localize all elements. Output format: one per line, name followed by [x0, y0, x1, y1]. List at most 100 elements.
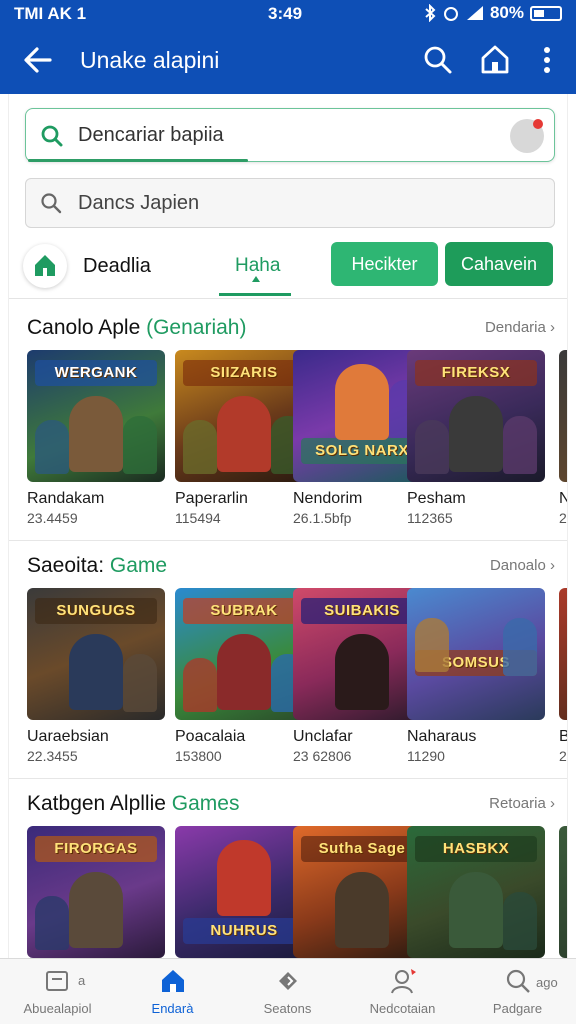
- nav-label: Endarà: [151, 1001, 194, 1016]
- section-divider: [9, 778, 567, 779]
- game-card[interactable]: SUNGUGS Uaraebsian 22.3455: [27, 588, 165, 764]
- nav-item-home[interactable]: Endarà: [115, 959, 230, 1024]
- secondary-search-placeholder: Dancs Japien: [78, 192, 200, 214]
- section-title: Saeoita: Game: [27, 554, 167, 578]
- section-1: Canolo Aple (Genariah) Dendaria › WERGAN…: [9, 316, 567, 538]
- caret-up-icon: [252, 276, 260, 282]
- nav-item-library[interactable]: a Abuealapiol: [0, 959, 115, 1024]
- game-name: Ne: [559, 490, 567, 508]
- game-card[interactable]: FIRORGAS: [27, 826, 165, 958]
- see-more-link[interactable]: Dendaria ›: [485, 319, 555, 336]
- voice-avatar-icon[interactable]: [510, 119, 544, 153]
- game-logo: FIRORGAS: [35, 836, 157, 862]
- game-card[interactable]: Be 2: [559, 588, 567, 764]
- search-icon: [41, 125, 63, 147]
- game-logo: FIREKSX: [415, 360, 537, 386]
- category-tabs: Deadlia Haha Hecikter Cahavein: [9, 240, 567, 296]
- section-title: Canolo Aple (Genariah): [27, 316, 246, 340]
- primary-search-field[interactable]: Dencariar bapiia: [25, 108, 555, 162]
- chevron-right-icon: ›: [550, 795, 555, 812]
- account-icon: [391, 969, 416, 994]
- nav-label: Seatons: [263, 1001, 312, 1016]
- home-icon[interactable]: [478, 42, 512, 78]
- game-card[interactable]: [559, 826, 567, 958]
- secondary-search-field[interactable]: Dancs Japien: [25, 178, 555, 228]
- nav-label: Nedcotaian: [369, 1001, 436, 1016]
- game-thumbnail: FIRORGAS: [27, 826, 165, 958]
- hecikter-button[interactable]: Hecikter: [331, 242, 438, 286]
- battery-percent: 80%: [489, 3, 524, 22]
- game-size: 153800: [175, 748, 222, 764]
- search-icon: [41, 193, 62, 214]
- game-size: 115494: [175, 510, 221, 526]
- game-card[interactable]: SOMSUS Naharaus 11290: [407, 588, 545, 764]
- main-content: Dencariar bapiia Dancs Japien Deadlia Ha…: [8, 94, 568, 958]
- game-card[interactable]: WERGANK Randakam 23.4459: [27, 350, 165, 526]
- character-art: [335, 634, 389, 710]
- game-logo: SUIBAKIS: [301, 598, 423, 624]
- cahavein-button[interactable]: Cahavein: [445, 242, 553, 286]
- see-more-link[interactable]: Danoalo ›: [490, 557, 555, 574]
- game-size: 2: [559, 748, 567, 764]
- home-icon: [162, 970, 184, 992]
- more-vert-icon[interactable]: [530, 42, 564, 78]
- section-2: Saeoita: Game Danoalo › SUNGUGS Uaraebsi…: [9, 554, 567, 778]
- battery-icon: [530, 5, 562, 21]
- game-card[interactable]: FIREKSX Pesham 112365: [407, 350, 545, 526]
- game-name: Pesham: [407, 490, 466, 507]
- alarm-icon: [443, 7, 458, 21]
- game-card[interactable]: Ne 2: [559, 350, 567, 526]
- character-art: [35, 420, 69, 474]
- game-logo: NUHRUS: [183, 918, 305, 944]
- see-more-label: Retoaria: [489, 795, 546, 812]
- character-art: [123, 416, 157, 474]
- game-logo: SOLG NARX: [301, 438, 423, 464]
- bluetooth-icon: [425, 4, 436, 22]
- character-art: [183, 420, 217, 474]
- game-card[interactable]: HASBKX: [407, 826, 545, 958]
- game-logo: SIIZARIS: [183, 360, 305, 386]
- bottom-navigation: a Abuealapiol Endarà Seatons Nedcotaian …: [0, 958, 576, 1024]
- tab-haha-label: Haha: [235, 255, 281, 276]
- game-size: 11290: [407, 748, 445, 764]
- section-divider: [9, 540, 567, 541]
- search-icon: [506, 969, 530, 993]
- carrier-text: TMI AK 1: [14, 4, 87, 23]
- game-thumbnail: [559, 826, 567, 958]
- character-art: [503, 416, 537, 474]
- character-art: [69, 396, 123, 472]
- game-size: 23 62806: [293, 748, 352, 764]
- back-arrow-icon[interactable]: [20, 42, 56, 78]
- game-size: 26.1.5bfp: [293, 510, 352, 526]
- section-title-accent: Games: [171, 792, 240, 815]
- character-art: [217, 634, 271, 710]
- page-title: Unake alapini: [80, 47, 220, 73]
- active-tab-indicator: [219, 293, 291, 296]
- tabs-divider: [9, 298, 567, 299]
- nav-item-search[interactable]: ago Padgare: [460, 959, 575, 1024]
- card-row: SUNGUGS Uaraebsian 22.3455 SUBRAK Poacal…: [27, 588, 567, 778]
- game-size: 23.4459: [27, 510, 78, 526]
- game-logo: SUBRAK: [183, 598, 305, 624]
- game-logo: Sutha Sage: [301, 836, 423, 862]
- game-thumbnail: SUNGUGS: [27, 588, 165, 720]
- nav-item-account[interactable]: Nedcotaian: [345, 959, 460, 1024]
- card-row: FIRORGAS NUHRUS Sutha Sage HASBKX: [27, 826, 567, 958]
- game-name: Poacalaia: [175, 728, 246, 745]
- search-icon[interactable]: [420, 42, 454, 78]
- library-icon: [46, 971, 68, 991]
- nav-item-games[interactable]: Seatons: [230, 959, 345, 1024]
- character-art: [335, 364, 389, 440]
- character-art: [335, 872, 389, 948]
- games-icon: [279, 972, 297, 990]
- game-logo: WERGANK: [35, 360, 157, 386]
- game-name: Paperarlin: [175, 490, 248, 507]
- tab-haha[interactable]: Haha: [219, 240, 291, 296]
- section-3: Katbgen Alpllie Games Retoaria › FIRORGA…: [9, 792, 567, 958]
- tab-deadlia[interactable]: Deadlia: [83, 255, 151, 278]
- see-more-link[interactable]: Retoaria ›: [489, 795, 555, 812]
- character-art: [69, 872, 123, 948]
- see-more-label: Danoalo: [489, 557, 546, 574]
- status-icons: 80%: [424, 3, 562, 23]
- store-home-icon[interactable]: [23, 244, 67, 288]
